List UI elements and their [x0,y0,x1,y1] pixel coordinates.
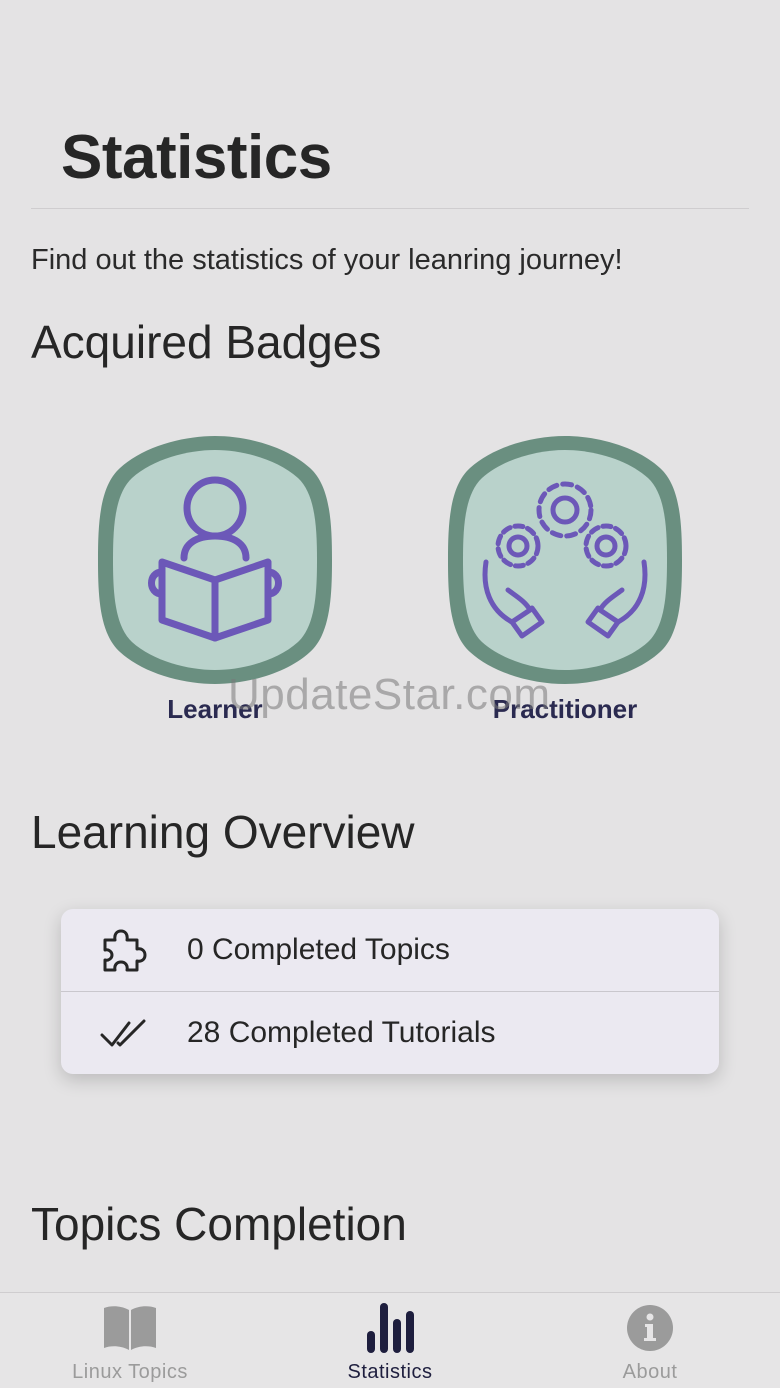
info-icon [520,1301,780,1355]
topics-completion-heading: Topics Completion [31,1198,407,1250]
tab-statistics[interactable]: Statistics [260,1293,520,1388]
double-check-icon [97,1007,149,1059]
learning-overview-card: 0 Completed Topics 28 Completed Tutorial… [61,909,719,1074]
reader-icon [98,436,332,684]
page-title: Statistics [61,123,332,192]
tab-label-linux-topics: Linux Topics [72,1361,188,1383]
learning-overview-heading: Learning Overview [31,806,415,858]
bar-chart-icon [260,1301,520,1355]
list-item-completed-tutorials[interactable]: 28 Completed Tutorials [61,992,719,1074]
acquired-badges-heading: Acquired Badges [31,316,382,368]
title-divider [31,208,749,209]
tab-label-statistics: Statistics [347,1361,433,1383]
book-icon [0,1301,260,1355]
tab-bar: Linux Topics Statistics About [0,1292,780,1388]
tab-about[interactable]: About [520,1293,780,1388]
gears-hands-icon [448,436,682,684]
completed-topics-text: 0 Completed Topics [187,933,450,966]
intro-text: Find out the statistics of your leanring… [31,244,623,276]
puzzle-icon [97,924,149,976]
watermark: UpdateStar.com [228,670,551,719]
tab-label-about: About [622,1361,678,1383]
list-item-completed-topics[interactable]: 0 Completed Topics [61,909,719,991]
tab-linux-topics[interactable]: Linux Topics [0,1293,260,1388]
completed-tutorials-text: 28 Completed Tutorials [187,1016,496,1049]
